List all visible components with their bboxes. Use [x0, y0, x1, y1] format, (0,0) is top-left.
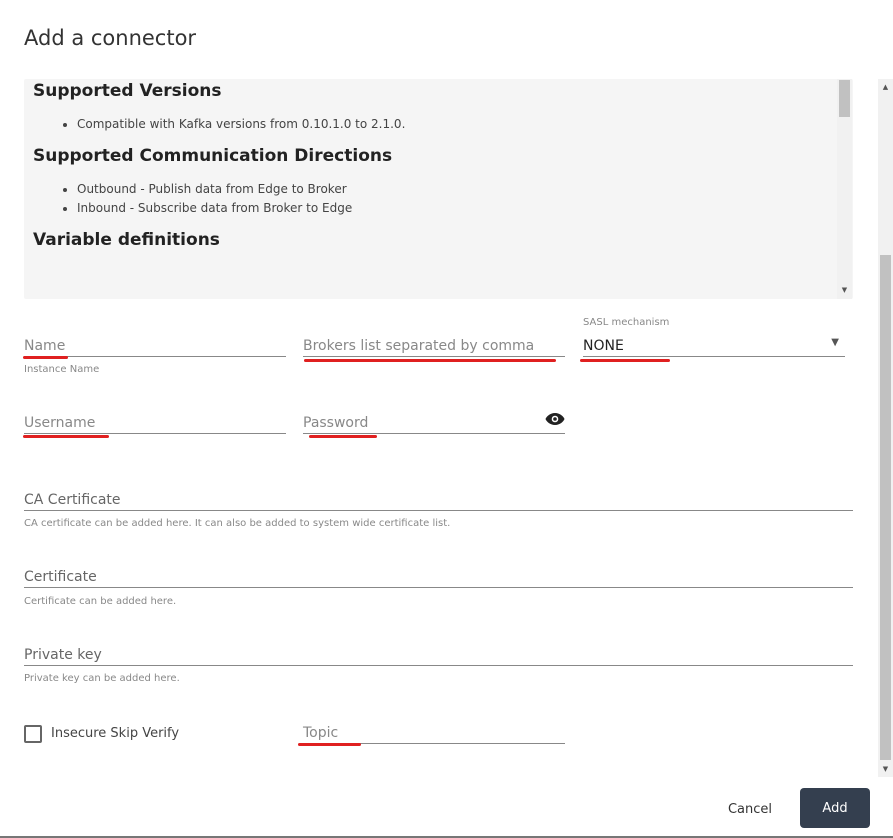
annotation-underline — [580, 359, 670, 362]
insecure-skip-verify-label: Insecure Skip Verify — [51, 726, 180, 741]
dialog-scroll-thumb[interactable] — [880, 255, 891, 760]
topic-input[interactable]: Topic — [303, 722, 565, 744]
ca-certificate-help: CA certificate can be added here. It can… — [24, 518, 451, 529]
section-heading: Supported Versions — [33, 81, 222, 101]
cancel-button[interactable]: Cancel — [716, 798, 784, 820]
name-input[interactable]: Name — [24, 335, 286, 357]
name-help: Instance Name — [24, 364, 100, 375]
list-item: Inbound - Subscribe data from Broker to … — [77, 199, 853, 218]
list-item: Outbound - Publish data from Edge to Bro… — [77, 180, 853, 199]
ca-certificate-input[interactable]: CA Certificate — [24, 489, 853, 511]
dialog-title: Add a connector — [24, 26, 197, 50]
certificate-input[interactable]: Certificate — [24, 566, 853, 588]
eye-icon[interactable] — [545, 412, 565, 426]
dropdown-arrow-icon: ▼ — [831, 337, 839, 348]
add-button[interactable]: Add — [800, 788, 870, 828]
annotation-underline — [309, 435, 377, 438]
scroll-down-icon[interactable]: ▼ — [878, 765, 893, 773]
section-heading: Variable definitions — [33, 230, 220, 250]
annotation-underline — [304, 359, 556, 362]
sasl-select[interactable]: NONE ▼ — [583, 335, 845, 357]
sasl-label: SASL mechanism — [583, 317, 670, 328]
insecure-skip-verify-checkbox[interactable] — [24, 725, 42, 743]
password-input[interactable]: Password — [303, 412, 565, 434]
section-heading: Supported Communication Directions — [33, 146, 393, 166]
private-key-help: Private key can be added here. — [24, 673, 180, 684]
annotation-underline — [23, 435, 109, 438]
certificate-help: Certificate can be added here. — [24, 596, 177, 607]
description-scroll-thumb[interactable] — [839, 80, 850, 117]
annotation-underline — [298, 743, 361, 746]
list-item: Compatible with Kafka versions from 0.10… — [77, 115, 853, 134]
scroll-up-icon[interactable]: ▲ — [878, 83, 893, 91]
brokers-input[interactable]: Brokers list separated by comma — [303, 335, 565, 357]
username-input[interactable]: Username — [24, 412, 286, 434]
connector-description[interactable]: Supported Versions Compatible with Kafka… — [24, 79, 853, 299]
scroll-down-icon[interactable]: ▼ — [837, 286, 852, 294]
annotation-underline — [23, 356, 68, 359]
private-key-input[interactable]: Private key — [24, 644, 853, 666]
